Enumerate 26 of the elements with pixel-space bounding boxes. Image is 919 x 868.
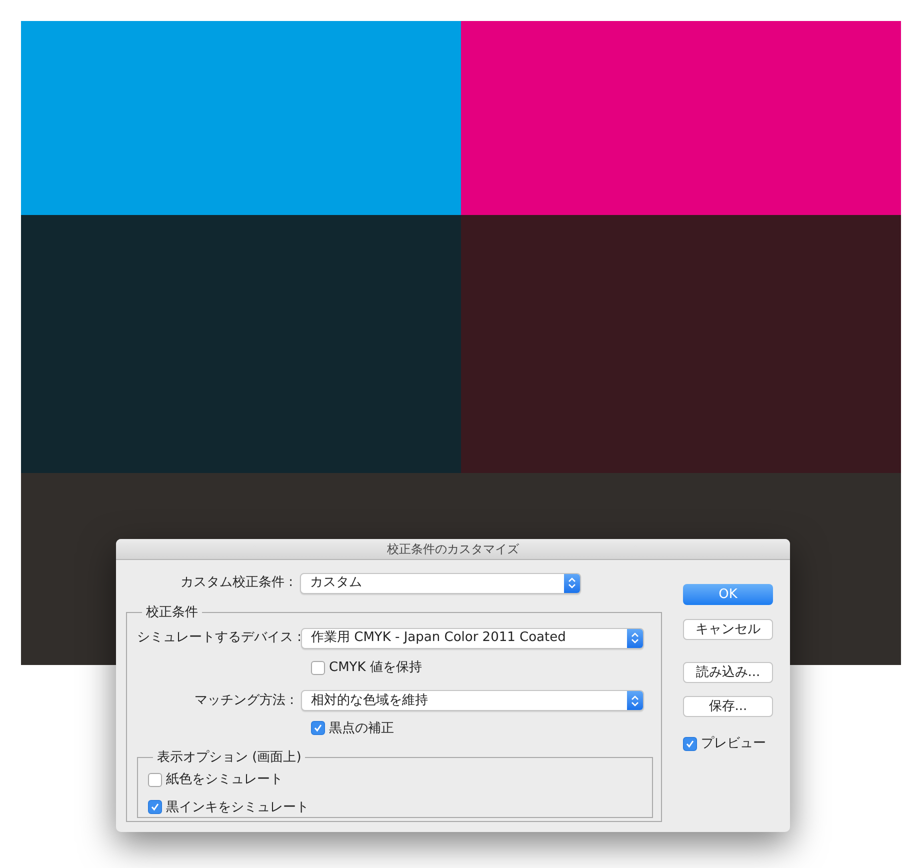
- check-icon: [150, 802, 160, 812]
- checkbox-label: 黒インキをシミュレート: [166, 798, 309, 816]
- field-label: シミュレートするデバイス :: [137, 629, 301, 648]
- check-icon: [685, 738, 695, 749]
- checkbox-label: CMYK 値を保持: [329, 659, 422, 677]
- checkbox[interactable]: [683, 736, 697, 751]
- dropdown[interactable]: 作業用 CMYK - Japan Color 2011 Coated: [301, 628, 644, 648]
- checkbox-label: 黒点の補正: [329, 720, 394, 738]
- checkbox[interactable]: [148, 772, 162, 787]
- checkbox-label: プレビュー: [701, 735, 766, 753]
- dialog-button[interactable]: 読み込み...: [683, 662, 773, 683]
- checkbox[interactable]: [311, 721, 325, 736]
- checkbox[interactable]: [148, 800, 162, 814]
- stepper-icon: [627, 628, 643, 648]
- field-label: マッチング方法 :: [193, 692, 295, 710]
- field-label: カスタム校正条件 :: [179, 574, 294, 592]
- stepper-icon: [627, 691, 643, 710]
- check-icon: [313, 723, 323, 734]
- window-title: 校正条件のカスタマイズ: [387, 541, 519, 558]
- dropdown[interactable]: カスタム: [300, 572, 581, 594]
- checkbox[interactable]: [311, 660, 325, 675]
- dialog-button[interactable]: 保存...: [683, 696, 773, 717]
- stepper-icon: [564, 574, 580, 592]
- dropdown[interactable]: 相対的な色域を維持: [301, 690, 644, 711]
- dialog-button[interactable]: キャンセル: [683, 619, 773, 640]
- checkbox-label: 紙色をシミュレート: [166, 771, 283, 789]
